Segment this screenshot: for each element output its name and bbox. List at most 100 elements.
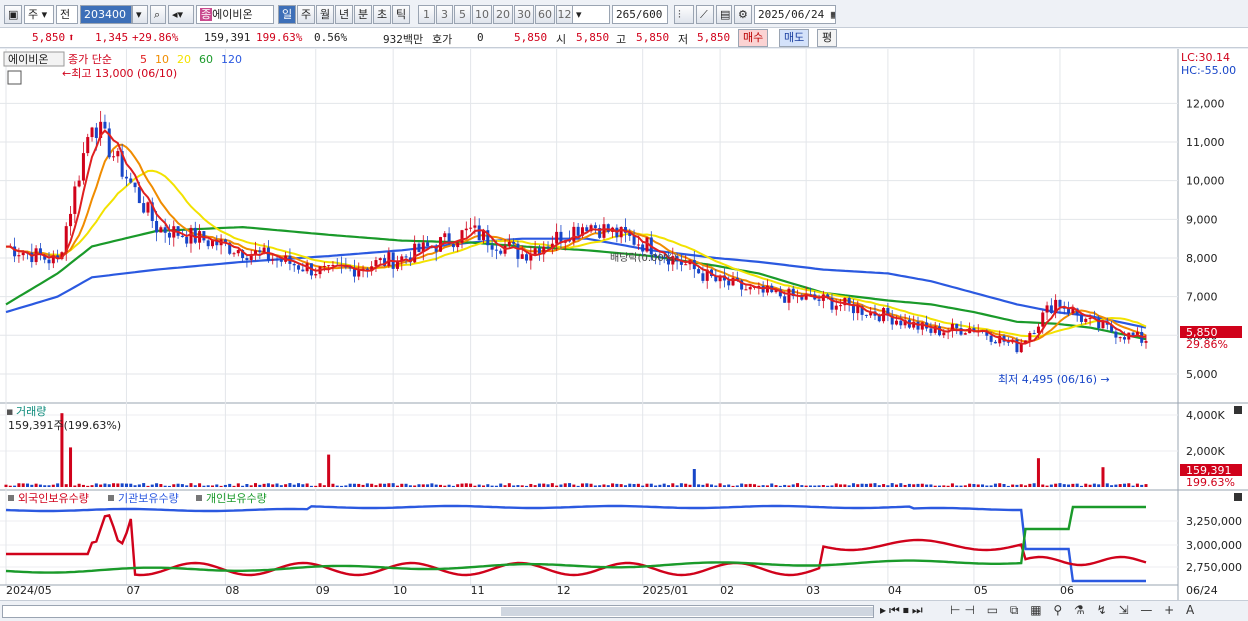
volume-bar — [318, 483, 322, 487]
volume-bar — [322, 485, 326, 487]
buy-button[interactable]: 매수 — [738, 29, 769, 47]
volume-tick-label: 2,000K — [1186, 445, 1225, 458]
candle-body — [279, 259, 283, 262]
candle-body — [963, 333, 967, 335]
candle-body — [783, 296, 787, 303]
volume-bar — [925, 484, 929, 487]
volume-bar — [662, 483, 666, 487]
volume-bar — [860, 483, 864, 487]
volume-bar — [503, 485, 507, 487]
volume-bar — [765, 485, 769, 487]
volume-tick-label: 4,000K — [1186, 409, 1225, 422]
horizontal-scrollbar[interactable] — [2, 605, 874, 618]
volume-bar — [284, 484, 288, 487]
volume-bar — [400, 483, 404, 487]
chart-svg[interactable]: 12,00011,00010,0009,0008,0007,0006,0005,… — [0, 49, 1248, 600]
interval-select[interactable]: ▾ — [572, 5, 610, 24]
candle-body — [727, 280, 731, 286]
candle-body — [163, 227, 167, 233]
count-input[interactable]: 265/600 — [612, 5, 668, 24]
period-tab-1[interactable]: 주 — [297, 5, 315, 24]
volume-bar — [692, 469, 696, 487]
speaker-icon[interactable]: ◂▾ — [168, 5, 194, 24]
candle-body — [232, 253, 236, 255]
holdings-close-icon[interactable] — [1234, 493, 1242, 501]
stock-tag-label: 에이비온 — [8, 53, 48, 66]
save-icon[interactable]: ▤ — [716, 5, 732, 24]
volume-bar — [232, 485, 236, 487]
volume-bar — [1144, 484, 1148, 487]
period-tab-0[interactable]: 일 — [278, 5, 296, 24]
volume-bar — [421, 484, 425, 487]
sell-button[interactable]: 매도 — [779, 29, 810, 47]
period-tab-2[interactable]: 월 — [316, 5, 334, 24]
volume-bar — [903, 484, 907, 487]
interval-tab-20[interactable]: 20 — [493, 5, 513, 24]
candle-icon[interactable]: ⫶ — [674, 5, 694, 24]
price-tick-label: 11,000 — [1186, 136, 1225, 149]
interval-tab-3[interactable]: 3 — [436, 5, 453, 24]
volume-bar — [722, 485, 726, 487]
volume-bar — [137, 484, 141, 487]
candle-body — [395, 261, 399, 269]
volume-bar — [331, 483, 335, 487]
stock-name[interactable]: 종에이비온 — [196, 5, 274, 24]
x-tick-label: 03 — [806, 584, 820, 597]
interval-tab-1[interactable]: 1 — [418, 5, 435, 24]
volume-bar — [641, 485, 645, 487]
scrollbar-thumb[interactable] — [501, 607, 873, 616]
interval-tab-30[interactable]: 30 — [514, 5, 534, 24]
interval-tab-60[interactable]: 60 — [535, 5, 555, 24]
candle-body — [301, 269, 305, 272]
volume-close-icon[interactable] — [1234, 406, 1242, 414]
search-icon[interactable]: ⌕ — [150, 5, 166, 24]
volume-bar — [666, 485, 670, 487]
period-tab-4[interactable]: 분 — [354, 5, 372, 24]
candle-body — [606, 224, 610, 232]
volume-bar — [912, 484, 916, 487]
volume-bar — [550, 483, 554, 487]
candle-body — [839, 305, 843, 307]
candle-body — [374, 260, 378, 267]
period-tab-3[interactable]: 년 — [335, 5, 353, 24]
volume-bar — [47, 485, 51, 487]
volume-bar — [438, 484, 442, 487]
chart-area[interactable]: 12,00011,00010,0009,0008,0007,0006,0005,… — [0, 49, 1248, 621]
volume-bar — [365, 483, 369, 487]
volume-bar — [494, 485, 498, 487]
prev-button[interactable]: 전 — [56, 5, 78, 24]
zoom-controls[interactable]: ⊢⊣ ▭ ⧉ ▦ ⚲ ⚗ ↯ ⇲ — + A — [950, 603, 1198, 618]
period-tab-5[interactable]: 초 — [373, 5, 391, 24]
period-tab-6[interactable]: 틱 — [392, 5, 410, 24]
draw-icon[interactable]: ⟋ — [696, 5, 714, 24]
code-input[interactable]: 203400 — [80, 5, 132, 24]
window-icon[interactable]: ▣ — [4, 5, 22, 24]
interval-tab-10[interactable]: 10 — [472, 5, 492, 24]
volume-bar — [1092, 483, 1096, 487]
interval-tab-5[interactable]: 5 — [454, 5, 471, 24]
price-tick-label: 10,000 — [1186, 175, 1225, 188]
date-input[interactable]: 2025/06/24 ▦ — [754, 5, 836, 24]
volume-bar — [546, 484, 550, 487]
volume-bar — [563, 483, 567, 487]
volume-bar — [21, 483, 25, 487]
candle-body — [864, 314, 868, 316]
code-dropdown-icon[interactable]: ▾ — [132, 5, 148, 24]
volume-bar — [611, 483, 615, 487]
nav-controls[interactable]: ▸⏮⏹⏭ — [880, 603, 926, 618]
flat-button[interactable]: 평 — [817, 29, 838, 47]
calendar-icon[interactable] — [7, 70, 22, 85]
volume-bar — [215, 484, 219, 487]
volume-bar — [266, 483, 270, 487]
candle-body — [1079, 315, 1083, 322]
volume-bar — [740, 483, 744, 487]
market-select[interactable]: 주 ▾ — [24, 5, 54, 24]
volume-bar — [1032, 483, 1036, 487]
volume-bar — [357, 483, 361, 487]
volume-bar — [589, 483, 593, 487]
candle-body — [271, 259, 275, 261]
volume-bar — [731, 485, 735, 487]
volume-bar — [43, 485, 47, 487]
candle-body — [499, 250, 503, 254]
gear-icon[interactable]: ⚙ — [734, 5, 752, 24]
